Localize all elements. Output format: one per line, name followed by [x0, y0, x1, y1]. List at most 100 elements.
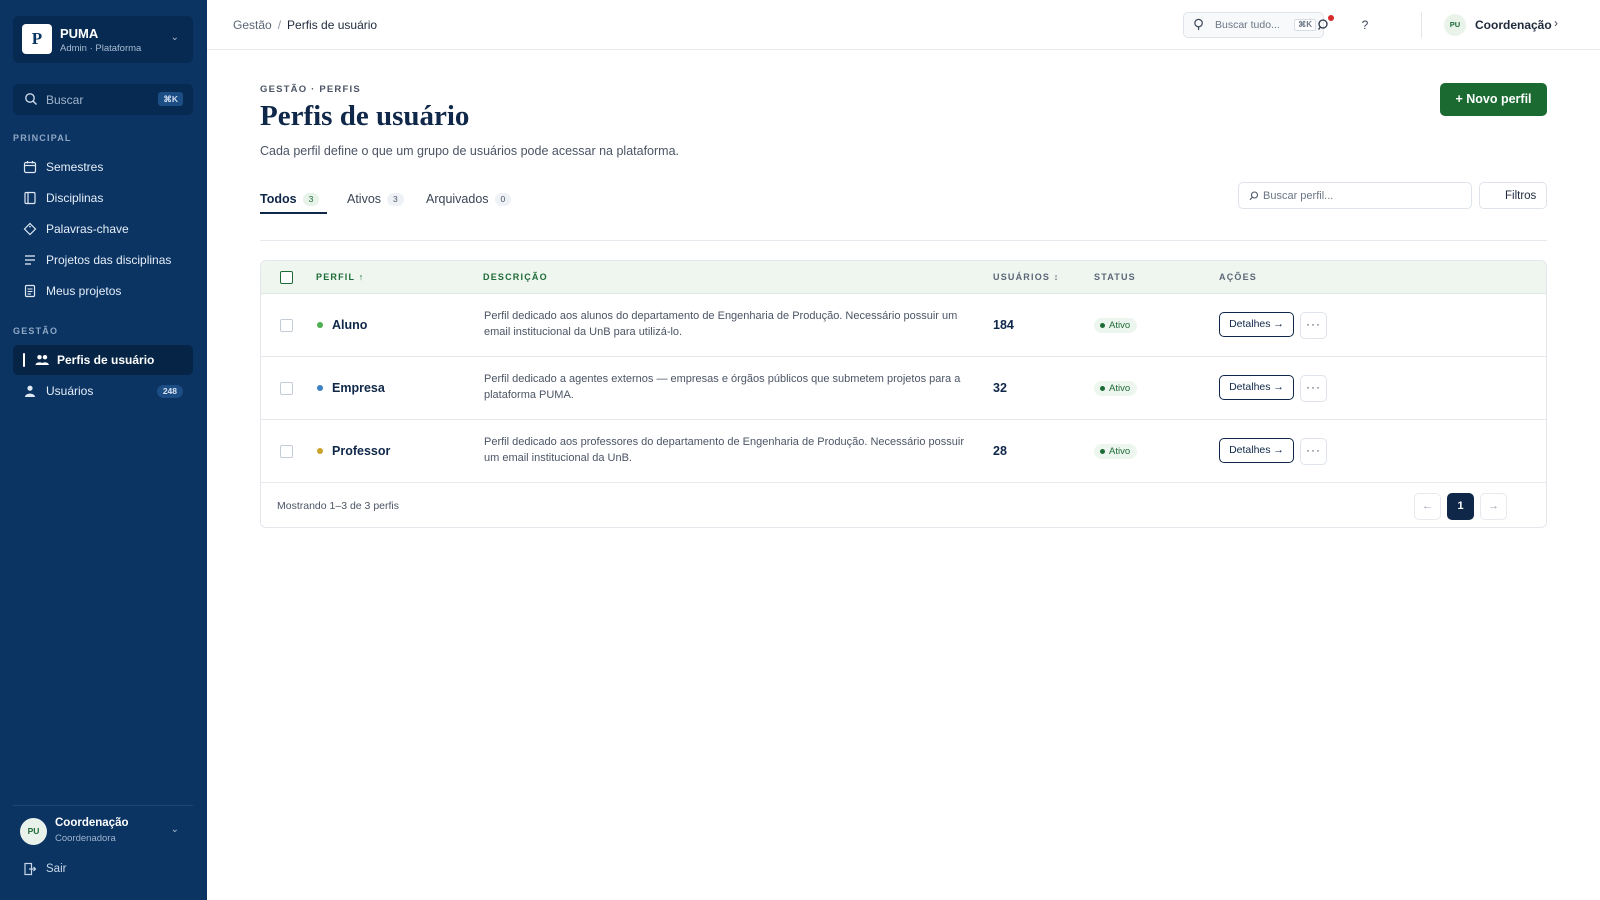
sidebar-user-menu[interactable]: PU Coordenação Coordenadora ⌄ [13, 812, 193, 854]
column-header-perfil[interactable]: PERFIL ↑ [316, 272, 364, 282]
section-label-gestao: GESTÃO [13, 326, 59, 336]
filters-label: Filtros [1505, 190, 1537, 202]
divider [1421, 12, 1422, 38]
profile-color-dot [317, 322, 323, 328]
status-dot [1100, 323, 1105, 328]
profile-search-input[interactable]: Buscar perfil... [1238, 182, 1472, 209]
tab-count: 3 [302, 193, 320, 206]
next-page-button[interactable]: → [1480, 493, 1507, 520]
profile-name[interactable]: Aluno [332, 318, 367, 332]
profile-search-placeholder: Buscar perfil... [1263, 190, 1334, 202]
user-role: Coordenadora [55, 833, 116, 844]
user-name[interactable]: Coordenação [1475, 18, 1552, 32]
status-badge: Ativo [1094, 318, 1138, 333]
calendar-icon [23, 161, 37, 174]
sidebar-item-label: Usuários [46, 384, 94, 398]
sidebar-item-semestres[interactable]: Semestres [13, 152, 193, 182]
users-icon [35, 355, 49, 365]
global-search-placeholder: Buscar tudo... [1215, 19, 1280, 31]
filters-button[interactable]: Filtros [1479, 182, 1547, 209]
sidebar-item-perfis-de-usuario[interactable]: Perfis de usuário [13, 345, 193, 375]
profile-name[interactable]: Professor [332, 444, 390, 458]
book-icon [24, 191, 36, 205]
count-badge: 248 [156, 385, 183, 398]
more-options-button[interactable]: ··· [1300, 375, 1327, 402]
table-row: Professor Perfil dedicado aos professore… [261, 420, 1546, 483]
more-options-button[interactable]: ··· [1300, 312, 1327, 339]
tab-label: Todos [260, 192, 297, 206]
notification-dot [1328, 15, 1334, 21]
filter-icon [1490, 190, 1502, 202]
page-eyebrow: GESTÃO · PERFIS [260, 84, 361, 95]
details-button[interactable]: Detalhes → [1219, 438, 1294, 463]
divider [260, 240, 1547, 241]
sidebar-item-label: Projetos das disciplinas [46, 253, 172, 267]
tab-ativos[interactable]: Ativos 3 [347, 190, 404, 216]
global-search-input[interactable]: Buscar tudo... ⌘K [1183, 12, 1324, 38]
breadcrumb-separator: / [277, 18, 282, 32]
row-checkbox[interactable] [280, 445, 293, 458]
sidebar: P PUMA Admin · Plataforma ⌄ Buscar ⌘K PR… [0, 0, 207, 900]
details-button[interactable]: Detalhes → [1219, 375, 1294, 400]
status-dot [1100, 449, 1105, 454]
main-content: GESTÃO · PERFIS Perfis de usuário Cada p… [207, 50, 1600, 900]
column-header-usuarios[interactable]: USUÁRIOS ↕ [993, 272, 1060, 282]
section-label-principal: PRINCIPAL [13, 133, 72, 143]
row-checkbox[interactable] [280, 382, 293, 395]
sidebar-item-usuarios[interactable]: Usuários 248 [13, 376, 193, 406]
more-options-button[interactable]: ··· [1300, 438, 1327, 465]
profile-name[interactable]: Empresa [332, 381, 385, 395]
status-label: Ativo [1109, 446, 1131, 457]
sidebar-item-projetos-disciplinas[interactable]: Projetos das disciplinas [13, 245, 193, 275]
search-icon [25, 93, 37, 105]
chevron-icon: ⌄ [170, 824, 179, 835]
logout-icon [24, 862, 37, 876]
status-dot [1100, 386, 1105, 391]
sidebar-search-input[interactable]: Buscar ⌘K [13, 84, 193, 115]
status-badge: Ativo [1094, 444, 1138, 459]
help-button[interactable]: ? [1354, 14, 1376, 36]
page-subtitle: Cada perfil define o que um grupo de usu… [260, 144, 680, 158]
brand-logo: P [22, 24, 52, 54]
column-header-status: STATUS [1094, 272, 1136, 282]
sidebar-item-palavras-chave[interactable]: Palavras-chave [13, 214, 193, 244]
select-all-checkbox[interactable] [280, 271, 293, 284]
brand-subtitle: Admin · Plataforma [60, 43, 142, 54]
tab-count: 0 [494, 193, 512, 206]
logout-button[interactable]: Sair [13, 857, 193, 881]
sidebar-item-disciplinas[interactable]: Disciplinas [13, 183, 193, 213]
sidebar-item-label: Palavras-chave [46, 222, 129, 236]
divider [13, 805, 193, 806]
breadcrumb-link-gestao[interactable]: Gestão [233, 18, 272, 32]
profile-color-dot [317, 448, 323, 454]
brand-switcher[interactable]: P PUMA Admin · Plataforma ⌄ [13, 16, 193, 63]
tab-arquivados[interactable]: Arquivados 0 [426, 190, 512, 216]
sidebar-item-label: Meus projetos [46, 284, 122, 298]
tag-icon [23, 222, 37, 236]
sidebar-search-placeholder: Buscar [46, 93, 84, 107]
chevron-right-icon[interactable]: › [1554, 16, 1558, 30]
profile-description: Perfil dedicado a agentes externos — emp… [484, 373, 961, 401]
tab-label: Ativos [347, 192, 382, 206]
details-button[interactable]: Detalhes → [1219, 312, 1294, 337]
notifications-button[interactable] [1313, 14, 1335, 36]
row-checkbox[interactable] [280, 319, 293, 332]
sidebar-item-label: Semestres [46, 160, 104, 174]
breadcrumb: Gestão / Perfis de usuário [233, 18, 377, 32]
pagination-info: Mostrando 1–3 de 3 perfis [277, 500, 399, 512]
table-row: Aluno Perfil dedicado aos alunos do depa… [261, 294, 1546, 357]
active-tab-indicator [260, 212, 327, 214]
sidebar-item-meus-projetos[interactable]: Meus projetos [13, 276, 193, 306]
table-footer: Mostrando 1–3 de 3 perfis ← 1 → [261, 483, 1546, 527]
status-label: Ativo [1109, 383, 1131, 394]
table-header: PERFIL ↑ DESCRIÇÃO USUÁRIOS ↕ STATUS AÇÕ… [261, 261, 1546, 294]
chevron-icon: ⌄ [170, 32, 179, 43]
user-icon [25, 385, 35, 397]
previous-page-button[interactable]: ← [1414, 493, 1441, 520]
avatar[interactable]: PU [1444, 14, 1466, 36]
user-name: Coordenação [55, 817, 129, 829]
new-profile-button[interactable]: + Novo perfil [1440, 83, 1547, 116]
profile-description: Perfil dedicado aos alunos do departamen… [484, 310, 958, 338]
page-button-current[interactable]: 1 [1447, 493, 1474, 520]
tab-label: Arquivados [426, 192, 489, 206]
